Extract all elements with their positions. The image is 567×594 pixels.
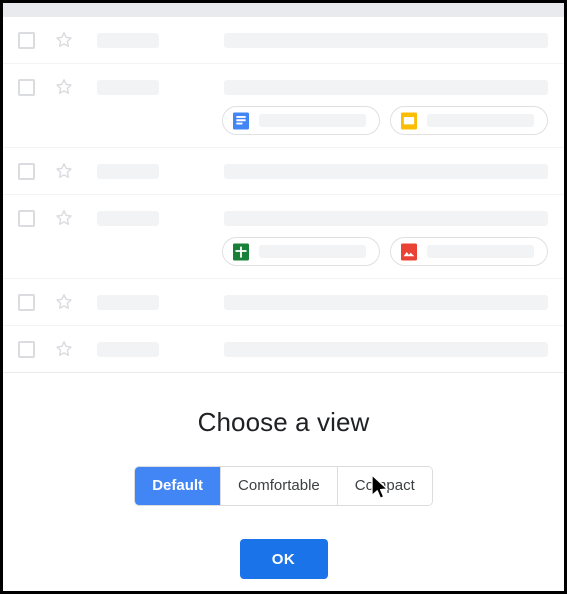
star-outline-icon[interactable] — [53, 29, 75, 51]
attachment-chip[interactable] — [222, 106, 380, 135]
subject-placeholder — [224, 32, 548, 48]
sender-placeholder — [97, 163, 159, 179]
density-segmented-control: Default Comfortable Compact — [135, 467, 432, 505]
checkbox-unchecked-icon[interactable] — [18, 340, 35, 358]
attachment-name-placeholder — [259, 245, 366, 258]
density-option-default[interactable]: Default — [135, 467, 221, 505]
checkbox-unchecked-icon[interactable] — [18, 78, 35, 96]
star-outline-icon[interactable] — [53, 76, 75, 98]
ok-button[interactable]: OK — [239, 539, 328, 579]
mail-row-main[interactable] — [3, 17, 564, 63]
mail-row-main[interactable] — [3, 64, 564, 110]
image-file-icon — [401, 243, 417, 260]
attachment-chip[interactable] — [222, 237, 380, 266]
google-slides-icon — [401, 112, 417, 129]
google-sheets-icon — [233, 243, 249, 260]
checkbox-unchecked-icon[interactable] — [18, 162, 35, 180]
star-outline-icon[interactable] — [53, 338, 75, 360]
sender-placeholder — [97, 32, 159, 48]
attachment-chip[interactable] — [390, 237, 548, 266]
mail-row[interactable] — [3, 195, 564, 279]
mail-list — [3, 17, 564, 373]
sender-placeholder — [97, 210, 159, 226]
google-docs-icon — [233, 112, 249, 129]
choose-view-dialog: Choose a view Default Comfortable Compac… — [3, 373, 564, 579]
star-outline-icon[interactable] — [53, 207, 75, 229]
star-outline-icon[interactable] — [53, 291, 75, 313]
app-window: Choose a view Default Comfortable Compac… — [0, 0, 567, 594]
density-option-comfortable[interactable]: Comfortable — [220, 467, 337, 505]
star-outline-icon[interactable] — [53, 160, 75, 182]
checkbox-unchecked-icon[interactable] — [18, 31, 35, 49]
mail-row-main[interactable] — [3, 326, 564, 372]
subject-placeholder — [224, 163, 548, 179]
mail-row[interactable] — [3, 148, 564, 195]
checkbox-unchecked-icon[interactable] — [18, 293, 35, 311]
subject-placeholder — [224, 341, 548, 357]
mail-row-main[interactable] — [3, 195, 564, 241]
mail-row[interactable] — [3, 17, 564, 64]
attachment-chip-list — [3, 106, 564, 147]
checkbox-unchecked-icon[interactable] — [18, 209, 35, 227]
attachment-name-placeholder — [259, 114, 366, 127]
sender-placeholder — [97, 341, 159, 357]
attachment-chip-list — [3, 237, 564, 278]
mail-row-main[interactable] — [3, 148, 564, 194]
subject-placeholder — [224, 79, 548, 95]
density-option-compact[interactable]: Compact — [336, 467, 432, 505]
window-top-strip — [3, 3, 564, 17]
subject-placeholder — [224, 294, 548, 310]
dialog-actions: OK — [3, 539, 564, 579]
subject-placeholder — [224, 210, 548, 226]
mail-row[interactable] — [3, 279, 564, 326]
mail-row[interactable] — [3, 326, 564, 373]
mail-row-main[interactable] — [3, 279, 564, 325]
attachment-name-placeholder — [427, 245, 534, 258]
attachment-name-placeholder — [427, 114, 534, 127]
attachment-chip[interactable] — [390, 106, 548, 135]
page-title: Choose a view — [197, 407, 370, 437]
sender-placeholder — [97, 79, 159, 95]
mail-row[interactable] — [3, 64, 564, 148]
sender-placeholder — [97, 294, 159, 310]
